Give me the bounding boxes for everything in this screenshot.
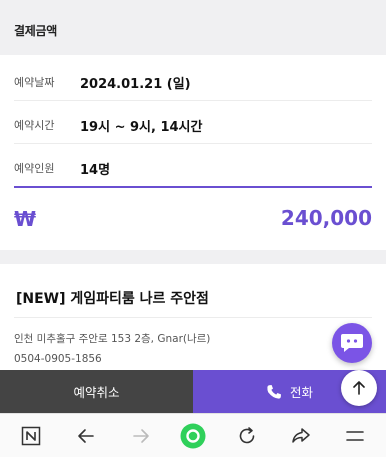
back-arrow-icon [78, 429, 94, 443]
naver-home-button[interactable] [20, 425, 42, 447]
forward-button[interactable] [130, 425, 152, 447]
share-icon [292, 428, 310, 443]
venue-divider [14, 317, 372, 318]
naver-n-icon [21, 426, 41, 446]
refresh-button[interactable] [236, 425, 258, 447]
refresh-icon [239, 427, 255, 444]
date-row: 예약날짜 2024.01.21 (일) [14, 58, 372, 101]
people-value: 14명 [80, 163, 111, 178]
forward-arrow-icon [133, 429, 149, 443]
venue-info: [NEW] 게임파티룸 나르 주안점 인천 미추홀구 주안로 153 2층, G… [0, 264, 386, 370]
total-currency-symbol: ₩ [14, 207, 37, 231]
payment-section-header: 결제금액 [0, 0, 386, 55]
venue-address: 인천 미추홀구 주안로 153 2층, Gnar(나르) [14, 333, 211, 345]
venue-name: [NEW] 게임파티룸 나르 주안점 [16, 291, 209, 307]
time-value: 19시 ~ 9시, 14시간 [80, 120, 203, 135]
time-row: 예약시간 19시 ~ 9시, 14시간 [14, 101, 372, 144]
phone-icon [267, 384, 281, 399]
cancel-reservation-label: 예약취소 [73, 385, 120, 400]
browser-toolbar [0, 413, 386, 457]
reservation-details: 예약날짜 2024.01.21 (일) 예약시간 19시 ~ 9시, 14시간 … [0, 55, 386, 250]
cancel-reservation-button[interactable]: 예약취소 [0, 370, 193, 413]
menu-button[interactable] [344, 425, 366, 447]
date-label: 예약날짜 [14, 76, 55, 89]
people-label: 예약인원 [14, 162, 55, 175]
time-label: 예약시간 [14, 119, 55, 132]
section-divider [0, 250, 386, 264]
arrow-up-icon [353, 381, 365, 395]
people-row: 예약인원 14명 [14, 144, 372, 188]
total-amount: 240,000 [280, 206, 372, 230]
back-button[interactable] [75, 425, 97, 447]
share-button[interactable] [290, 425, 312, 447]
scroll-top-button[interactable] [341, 370, 377, 406]
action-bar: 예약취소 전화 [0, 370, 386, 413]
chat-bubble-icon [341, 334, 363, 352]
green-home-button[interactable] [180, 423, 206, 449]
menu-icon [346, 431, 364, 441]
home-icon [180, 423, 206, 449]
venue-phone[interactable]: 0504-0905-1856 [14, 353, 102, 365]
date-value: 2024.01.21 (일) [80, 77, 191, 92]
call-label: 전화 [289, 385, 313, 400]
payment-section-title: 결제금액 [14, 24, 57, 38]
chat-button[interactable] [332, 323, 372, 363]
